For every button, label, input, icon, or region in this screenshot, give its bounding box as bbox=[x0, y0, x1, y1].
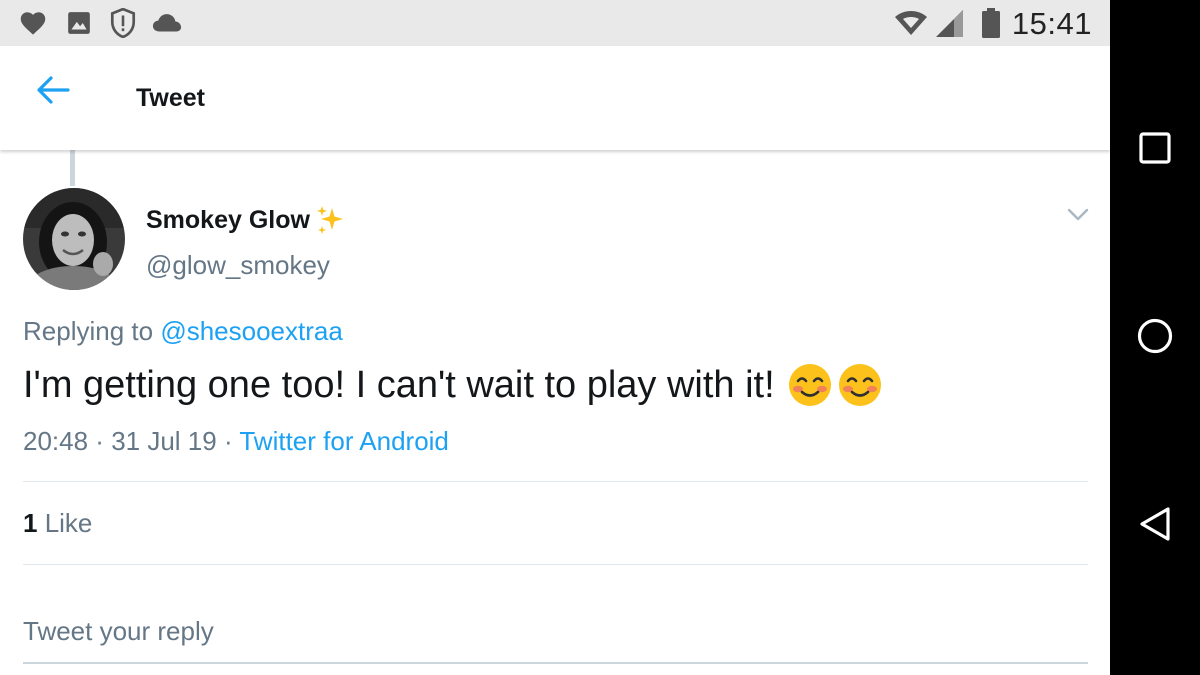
heart-icon bbox=[18, 8, 48, 38]
tweet-text-content: I'm getting one too! I can't wait to pla… bbox=[23, 363, 775, 406]
meta-separator: · bbox=[216, 426, 240, 456]
like-label: Like bbox=[37, 508, 93, 538]
meta-separator: · bbox=[88, 426, 112, 456]
tweet-date: 31 Jul 19 bbox=[111, 426, 217, 456]
thread-connector-line bbox=[70, 150, 75, 186]
arrow-left-icon bbox=[36, 75, 70, 110]
signal-icon bbox=[932, 8, 966, 38]
smiling-face-icon bbox=[837, 362, 883, 408]
smiling-face-icon bbox=[787, 362, 833, 408]
divider bbox=[23, 564, 1088, 565]
system-nav-bar bbox=[1110, 0, 1200, 675]
back-button[interactable] bbox=[28, 72, 78, 112]
chevron-down-icon bbox=[1067, 208, 1089, 227]
wifi-icon bbox=[893, 8, 929, 38]
back-triangle-icon bbox=[1138, 506, 1172, 547]
shield-alert-icon bbox=[108, 8, 138, 38]
recents-button[interactable] bbox=[1135, 130, 1175, 170]
battery-icon bbox=[976, 8, 1006, 38]
app-screen: 15:41 Tweet Smokey Glow @glow_smokey Rep… bbox=[0, 0, 1110, 675]
recents-square-icon bbox=[1138, 131, 1172, 170]
author-display-name[interactable]: Smokey Glow bbox=[146, 204, 346, 236]
tweet-text: I'm getting one too! I can't wait to pla… bbox=[23, 362, 883, 408]
tweet-meta: 20:48 · 31 Jul 19 · Twitter for Android bbox=[23, 426, 449, 457]
home-circle-icon bbox=[1136, 317, 1174, 360]
tweet-options-button[interactable] bbox=[1062, 202, 1094, 232]
likes-count[interactable]: 1 Like bbox=[23, 508, 92, 539]
home-button[interactable] bbox=[1135, 318, 1175, 358]
reply-input[interactable]: Tweet your reply bbox=[23, 598, 1088, 664]
top-app-bar: Tweet bbox=[0, 46, 1110, 150]
tweet-time: 20:48 bbox=[23, 426, 89, 456]
cloud-icon bbox=[152, 8, 182, 38]
replying-prefix: Replying to bbox=[23, 316, 161, 346]
like-count-number: 1 bbox=[23, 508, 38, 538]
sparkles-icon bbox=[314, 204, 346, 236]
author-name-text: Smokey Glow bbox=[146, 205, 310, 234]
image-icon bbox=[64, 8, 94, 38]
replying-to-mention[interactable]: @shesooextraa bbox=[160, 316, 343, 346]
divider bbox=[23, 481, 1088, 482]
tweet-source-link[interactable]: Twitter for Android bbox=[239, 426, 449, 456]
reply-placeholder: Tweet your reply bbox=[23, 616, 214, 646]
status-time: 15:41 bbox=[1011, 6, 1092, 41]
page-title: Tweet bbox=[136, 84, 205, 112]
status-bar: 15:41 bbox=[0, 0, 1110, 46]
author-handle[interactable]: @glow_smokey bbox=[146, 250, 330, 281]
replying-to-line: Replying to @shesooextraa bbox=[23, 316, 343, 347]
back-nav-button[interactable] bbox=[1135, 506, 1175, 546]
avatar[interactable] bbox=[23, 188, 125, 290]
